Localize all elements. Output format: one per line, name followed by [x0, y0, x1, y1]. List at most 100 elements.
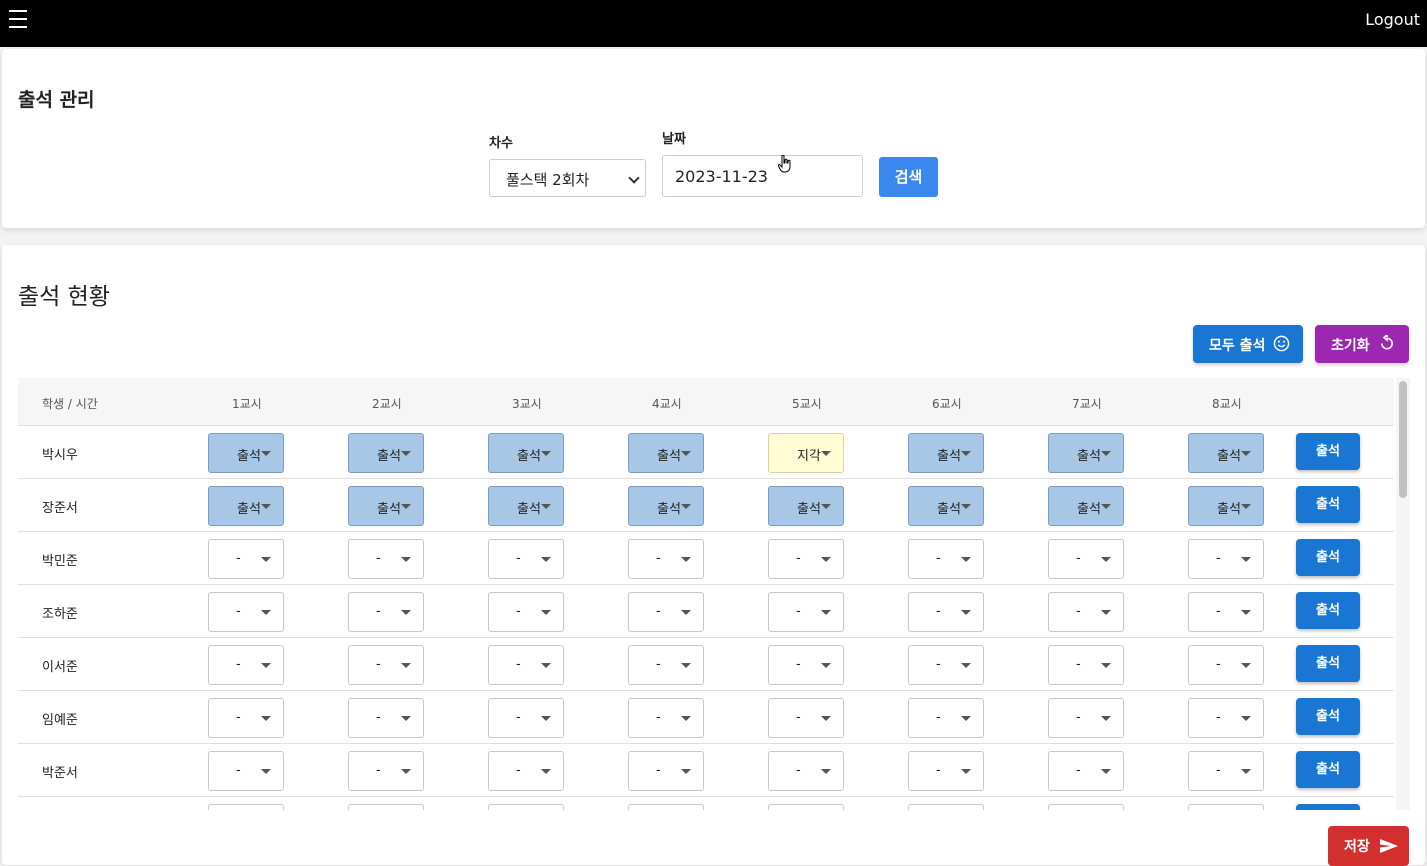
- attendance-select-period-1[interactable]: 출석: [208, 433, 284, 473]
- attendance-select-period-1[interactable]: -: [208, 698, 284, 738]
- attendance-select-period-3[interactable]: -: [488, 804, 564, 810]
- smile-icon: [1273, 335, 1290, 352]
- attendance-select-period-4[interactable]: 출석: [628, 433, 704, 473]
- table-row: 조하준 - - - - - - - - 출석: [18, 585, 1394, 638]
- row-present-button[interactable]: 출석: [1296, 698, 1360, 735]
- row-present-button[interactable]: 출석: [1296, 645, 1360, 682]
- attendance-select-period-7[interactable]: -: [1048, 645, 1124, 685]
- row-present-button[interactable]: 출석: [1296, 804, 1360, 810]
- row-present-button[interactable]: 출석: [1296, 433, 1360, 470]
- attendance-select-period-7[interactable]: 출석: [1048, 433, 1124, 473]
- attendance-select-period-4[interactable]: -: [628, 539, 704, 579]
- attendance-select-value: -: [1216, 657, 1221, 672]
- attendance-select-period-8[interactable]: -: [1188, 645, 1264, 685]
- attendance-select-period-3[interactable]: -: [488, 592, 564, 632]
- attendance-select-period-4[interactable]: -: [628, 751, 704, 791]
- attendance-select-period-3[interactable]: -: [488, 751, 564, 791]
- attendance-select-period-1[interactable]: -: [208, 645, 284, 685]
- attendance-select-period-3[interactable]: -: [488, 539, 564, 579]
- attendance-select-period-6[interactable]: -: [908, 804, 984, 810]
- caret-down-icon: [1241, 610, 1251, 615]
- attendance-select-period-2[interactable]: -: [348, 698, 424, 738]
- attendance-select-value: -: [796, 657, 801, 672]
- attendance-select-period-2[interactable]: -: [348, 751, 424, 791]
- attendance-select-period-1[interactable]: -: [208, 539, 284, 579]
- attendance-select-period-1[interactable]: -: [208, 804, 284, 810]
- attendance-select-period-1[interactable]: 출석: [208, 486, 284, 526]
- attendance-select-period-8[interactable]: -: [1188, 539, 1264, 579]
- attendance-select-period-5[interactable]: -: [768, 698, 844, 738]
- attendance-select-period-5[interactable]: -: [768, 645, 844, 685]
- all-present-button[interactable]: 모두 출석: [1193, 325, 1303, 363]
- attendance-select-period-6[interactable]: 출석: [908, 433, 984, 473]
- attendance-select-period-2[interactable]: -: [348, 645, 424, 685]
- attendance-select-period-8[interactable]: -: [1188, 751, 1264, 791]
- logout-button[interactable]: Logout: [1365, 10, 1420, 29]
- attendance-select-period-8[interactable]: -: [1188, 592, 1264, 632]
- attendance-select-period-5[interactable]: -: [768, 592, 844, 632]
- table-row: 박준서 - - - - - - - - 출석: [18, 744, 1394, 797]
- caret-down-icon: [821, 557, 831, 562]
- row-present-button[interactable]: 출석: [1296, 539, 1360, 576]
- hamburger-icon[interactable]: [9, 9, 27, 29]
- scrollbar-thumb[interactable]: [1399, 381, 1407, 498]
- attendance-select-period-4[interactable]: -: [628, 698, 704, 738]
- row-present-button[interactable]: 출석: [1296, 486, 1360, 523]
- attendance-select-period-8[interactable]: 출석: [1188, 486, 1264, 526]
- attendance-select-value: 출석: [937, 502, 961, 517]
- attendance-select-period-1[interactable]: -: [208, 592, 284, 632]
- attendance-select-period-3[interactable]: 출석: [488, 486, 564, 526]
- attendance-select-period-7[interactable]: -: [1048, 751, 1124, 791]
- row-present-button[interactable]: 출석: [1296, 751, 1360, 788]
- attendance-select-period-4[interactable]: -: [628, 645, 704, 685]
- attendance-select-period-7[interactable]: -: [1048, 698, 1124, 738]
- attendance-select-value: -: [1216, 551, 1221, 566]
- caret-down-icon: [1241, 663, 1251, 668]
- caret-down-icon: [261, 610, 271, 615]
- table-scrollbar[interactable]: [1396, 378, 1410, 810]
- attendance-select-period-3[interactable]: 출석: [488, 433, 564, 473]
- attendance-select-period-7[interactable]: -: [1048, 592, 1124, 632]
- attendance-select-period-6[interactable]: -: [908, 698, 984, 738]
- save-label: 저장: [1344, 839, 1370, 855]
- attendance-select-period-5[interactable]: -: [768, 751, 844, 791]
- search-button[interactable]: 검색: [879, 157, 938, 197]
- caret-down-icon: [681, 663, 691, 668]
- attendance-select-period-6[interactable]: -: [908, 539, 984, 579]
- caret-down-icon: [261, 451, 271, 456]
- attendance-select-period-1[interactable]: -: [208, 751, 284, 791]
- date-input[interactable]: 2023-11-23: [662, 155, 863, 197]
- attendance-select-period-3[interactable]: -: [488, 698, 564, 738]
- attendance-select-period-2[interactable]: -: [348, 539, 424, 579]
- reset-button[interactable]: 초기화: [1315, 325, 1409, 363]
- attendance-select-period-2[interactable]: -: [348, 592, 424, 632]
- attendance-select-period-2[interactable]: -: [348, 804, 424, 810]
- attendance-select-value: -: [656, 657, 661, 672]
- attendance-select-period-6[interactable]: 출석: [908, 486, 984, 526]
- student-name: 박시우: [42, 448, 78, 463]
- attendance-select-period-7[interactable]: 출석: [1048, 486, 1124, 526]
- caret-down-icon: [961, 716, 971, 721]
- attendance-select-period-4[interactable]: -: [628, 592, 704, 632]
- attendance-select-value: -: [796, 551, 801, 566]
- attendance-select-period-5[interactable]: 출석: [768, 486, 844, 526]
- attendance-select-period-8[interactable]: -: [1188, 804, 1264, 810]
- save-button[interactable]: 저장: [1328, 826, 1409, 866]
- attendance-select-period-6[interactable]: -: [908, 592, 984, 632]
- attendance-select-period-3[interactable]: -: [488, 645, 564, 685]
- attendance-select-period-2[interactable]: 출석: [348, 433, 424, 473]
- attendance-select-period-2[interactable]: 출석: [348, 486, 424, 526]
- round-select[interactable]: 풀스택 2회차: [489, 159, 646, 197]
- attendance-select-period-4[interactable]: -: [628, 804, 704, 810]
- attendance-select-period-8[interactable]: -: [1188, 698, 1264, 738]
- attendance-select-period-6[interactable]: -: [908, 751, 984, 791]
- attendance-select-period-4[interactable]: 출석: [628, 486, 704, 526]
- attendance-select-period-8[interactable]: 출석: [1188, 433, 1264, 473]
- attendance-select-period-6[interactable]: -: [908, 645, 984, 685]
- attendance-select-period-5[interactable]: -: [768, 539, 844, 579]
- attendance-select-period-7[interactable]: -: [1048, 539, 1124, 579]
- attendance-select-period-7[interactable]: -: [1048, 804, 1124, 810]
- attendance-select-period-5[interactable]: -: [768, 804, 844, 810]
- row-present-button[interactable]: 출석: [1296, 592, 1360, 629]
- attendance-select-period-5[interactable]: 지각: [768, 433, 844, 473]
